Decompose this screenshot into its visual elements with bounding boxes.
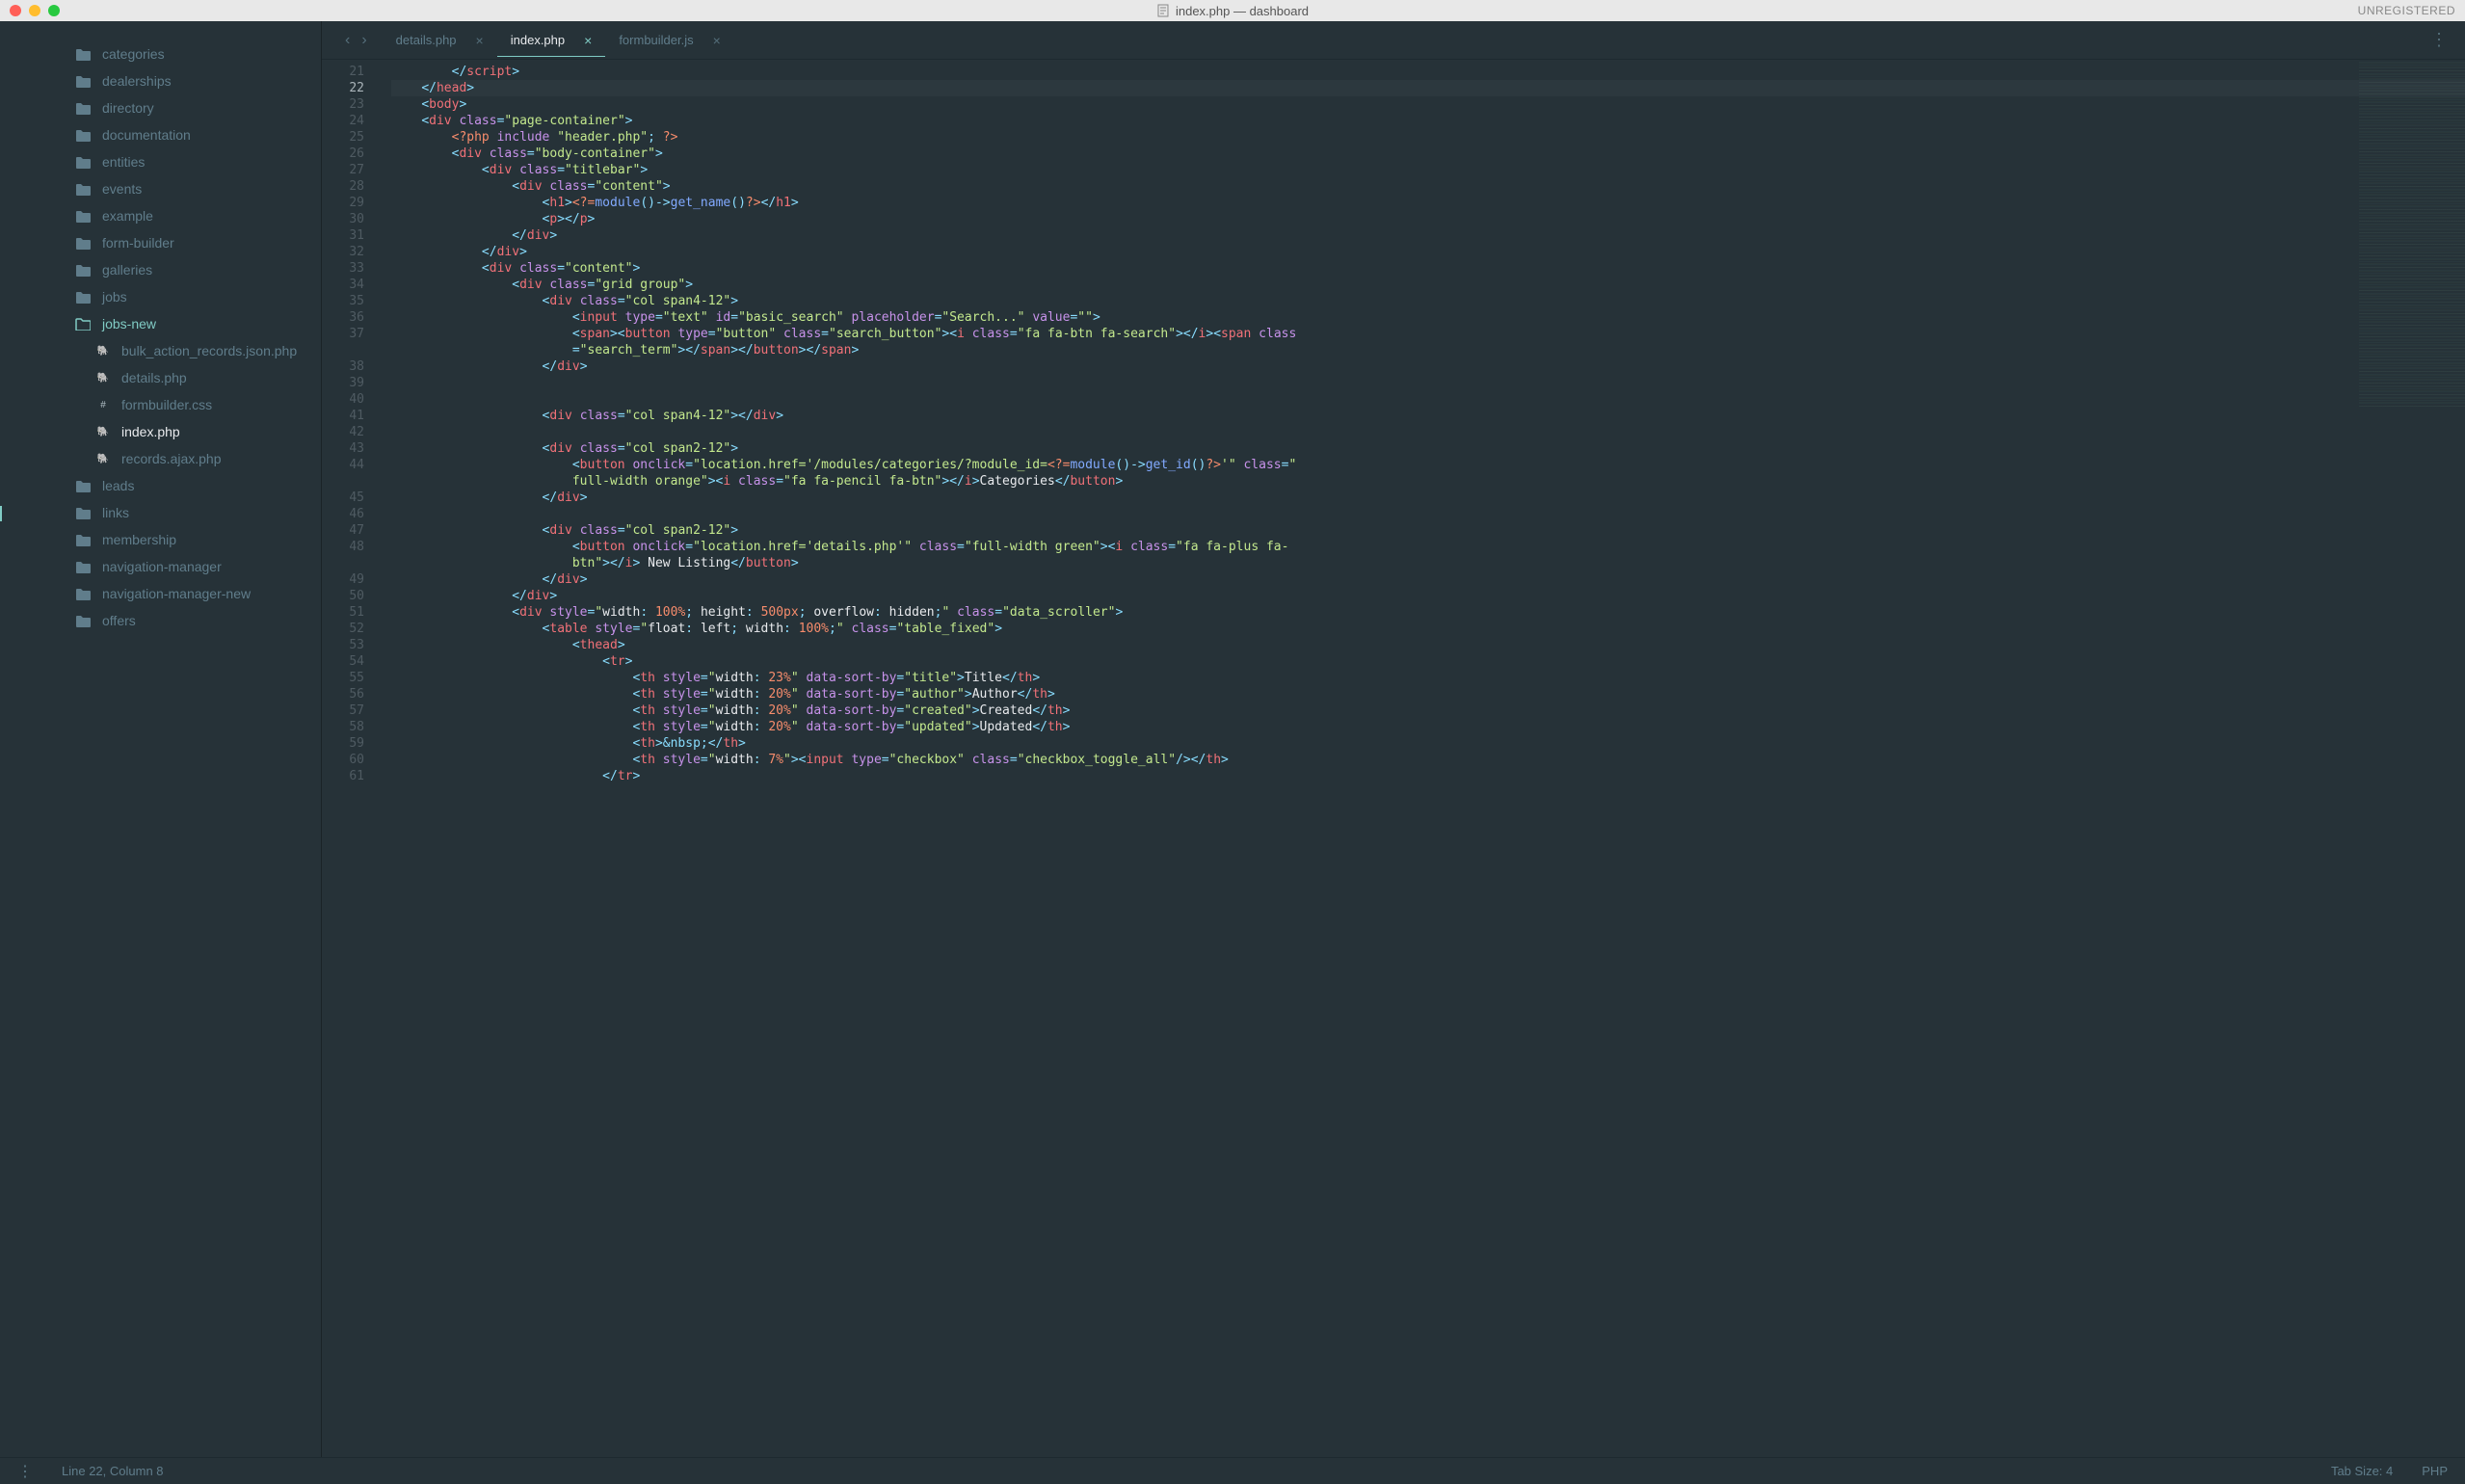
sidebar-folder[interactable]: links	[0, 499, 321, 526]
sidebar-item-label: navigation-manager	[102, 559, 222, 574]
maximize-window-button[interactable]	[48, 5, 60, 16]
minimap[interactable]	[2359, 60, 2465, 407]
sidebar-item-label: index.php	[121, 424, 180, 439]
sidebar-folder[interactable]: dealerships	[0, 67, 321, 94]
close-window-button[interactable]	[10, 5, 21, 16]
sidebar-item-label: form-builder	[102, 235, 174, 251]
sidebar-item-label: galleries	[102, 262, 152, 278]
sidebar-folder[interactable]: jobs	[0, 283, 321, 310]
sidebar-item-label: jobs-new	[102, 316, 156, 331]
editor-viewport[interactable]: 2122232425262728293031323334353637 38394…	[322, 60, 2465, 1457]
css-file-icon: #	[96, 398, 110, 411]
sidebar-item-label: events	[102, 181, 142, 197]
sidebar-folder[interactable]: directory	[0, 94, 321, 121]
statusbar: ⋮ Line 22, Column 8 Tab Size: 4 PHP	[0, 1457, 2465, 1484]
sidebar-item-label: categories	[102, 46, 165, 62]
sidebar-item-label: membership	[102, 532, 176, 547]
file-icon	[1156, 4, 1170, 17]
active-file-marker	[0, 506, 2, 521]
window-title: index.php — dashboard	[1156, 4, 1309, 18]
sidebar-folder[interactable]: galleries	[0, 256, 321, 283]
sidebar-folder[interactable]: entities	[0, 148, 321, 175]
sidebar-item-label: navigation-manager-new	[102, 586, 251, 601]
nav-forward-icon[interactable]: ›	[361, 32, 366, 49]
tab-history-nav: ‹ ›	[331, 32, 381, 49]
sidebar-folder[interactable]: leads	[0, 472, 321, 499]
sidebar-folder[interactable]: documentation	[0, 121, 321, 148]
close-tab-icon[interactable]: ×	[584, 33, 592, 48]
sidebar-file[interactable]: # formbuilder.css	[0, 391, 321, 418]
sidebar-folder[interactable]: navigation-manager-new	[0, 580, 321, 607]
sidebar-file[interactable]: 🐘 index.php	[0, 418, 321, 445]
php-file-icon: 🐘	[96, 344, 110, 358]
more-menu-icon[interactable]: ⋮	[2421, 30, 2455, 50]
editor-tab[interactable]: index.php ×	[497, 25, 606, 56]
close-tab-icon[interactable]: ×	[713, 33, 721, 48]
close-tab-icon[interactable]: ×	[476, 33, 484, 48]
tab-label: formbuilder.js	[619, 33, 693, 47]
php-file-icon: 🐘	[96, 425, 110, 438]
sidebar-folder[interactable]: jobs-new	[0, 310, 321, 337]
tab-label: index.php	[511, 33, 565, 47]
minimize-window-button[interactable]	[29, 5, 40, 16]
editor-tab[interactable]: details.php ×	[383, 25, 497, 56]
sidebar-folder[interactable]: events	[0, 175, 321, 202]
sidebar-item-label: formbuilder.css	[121, 397, 212, 412]
editor-tab[interactable]: formbuilder.js ×	[605, 25, 734, 56]
sidebar-item-label: bulk_action_records.json.php	[121, 343, 297, 358]
sidebar-folder[interactable]: form-builder	[0, 229, 321, 256]
sidebar-folder[interactable]: categories	[0, 40, 321, 67]
sidebar-folder[interactable]: membership	[0, 526, 321, 553]
sidebar-item-label: dealerships	[102, 73, 172, 89]
sidebar-folder[interactable]: offers	[0, 607, 321, 634]
window-title-text: index.php — dashboard	[1176, 4, 1309, 18]
sidebar-item-label: entities	[102, 154, 145, 170]
sidebar-file[interactable]: 🐘 records.ajax.php	[0, 445, 321, 472]
nav-back-icon[interactable]: ‹	[345, 32, 350, 49]
sidebar[interactable]: categories dealerships directory documentat…	[0, 21, 322, 1457]
console-toggle-icon[interactable]: ⋮	[17, 1462, 33, 1481]
code-content[interactable]: </script> </head> <body> <div class="pag…	[378, 60, 2465, 1457]
sidebar-item-label: records.ajax.php	[121, 451, 222, 466]
tab-size-indicator[interactable]: Tab Size: 4	[2331, 1464, 2393, 1478]
traffic-lights	[10, 5, 60, 16]
sidebar-file[interactable]: 🐘 details.php	[0, 364, 321, 391]
line-number-gutter: 2122232425262728293031323334353637 38394…	[322, 60, 378, 1457]
sidebar-item-label: offers	[102, 613, 136, 628]
tab-bar: ‹ › details.php×index.php×formbuilder.js…	[322, 21, 2465, 60]
php-file-icon: 🐘	[96, 452, 110, 465]
sidebar-item-label: documentation	[102, 127, 191, 143]
sidebar-file[interactable]: 🐘 bulk_action_records.json.php	[0, 337, 321, 364]
tab-label: details.php	[396, 33, 457, 47]
cursor-position[interactable]: Line 22, Column 8	[62, 1464, 164, 1478]
sidebar-item-label: jobs	[102, 289, 127, 305]
sidebar-folder[interactable]: navigation-manager	[0, 553, 321, 580]
sidebar-item-label: links	[102, 505, 129, 520]
window-titlebar: index.php — dashboard UNREGISTERED	[0, 0, 2465, 21]
unregistered-label: UNREGISTERED	[2358, 4, 2455, 17]
sidebar-folder[interactable]: example	[0, 202, 321, 229]
sidebar-item-label: details.php	[121, 370, 187, 385]
sidebar-item-label: leads	[102, 478, 134, 493]
sidebar-item-label: directory	[102, 100, 154, 116]
syntax-indicator[interactable]: PHP	[2422, 1464, 2448, 1478]
php-file-icon: 🐘	[96, 371, 110, 384]
sidebar-item-label: example	[102, 208, 153, 224]
